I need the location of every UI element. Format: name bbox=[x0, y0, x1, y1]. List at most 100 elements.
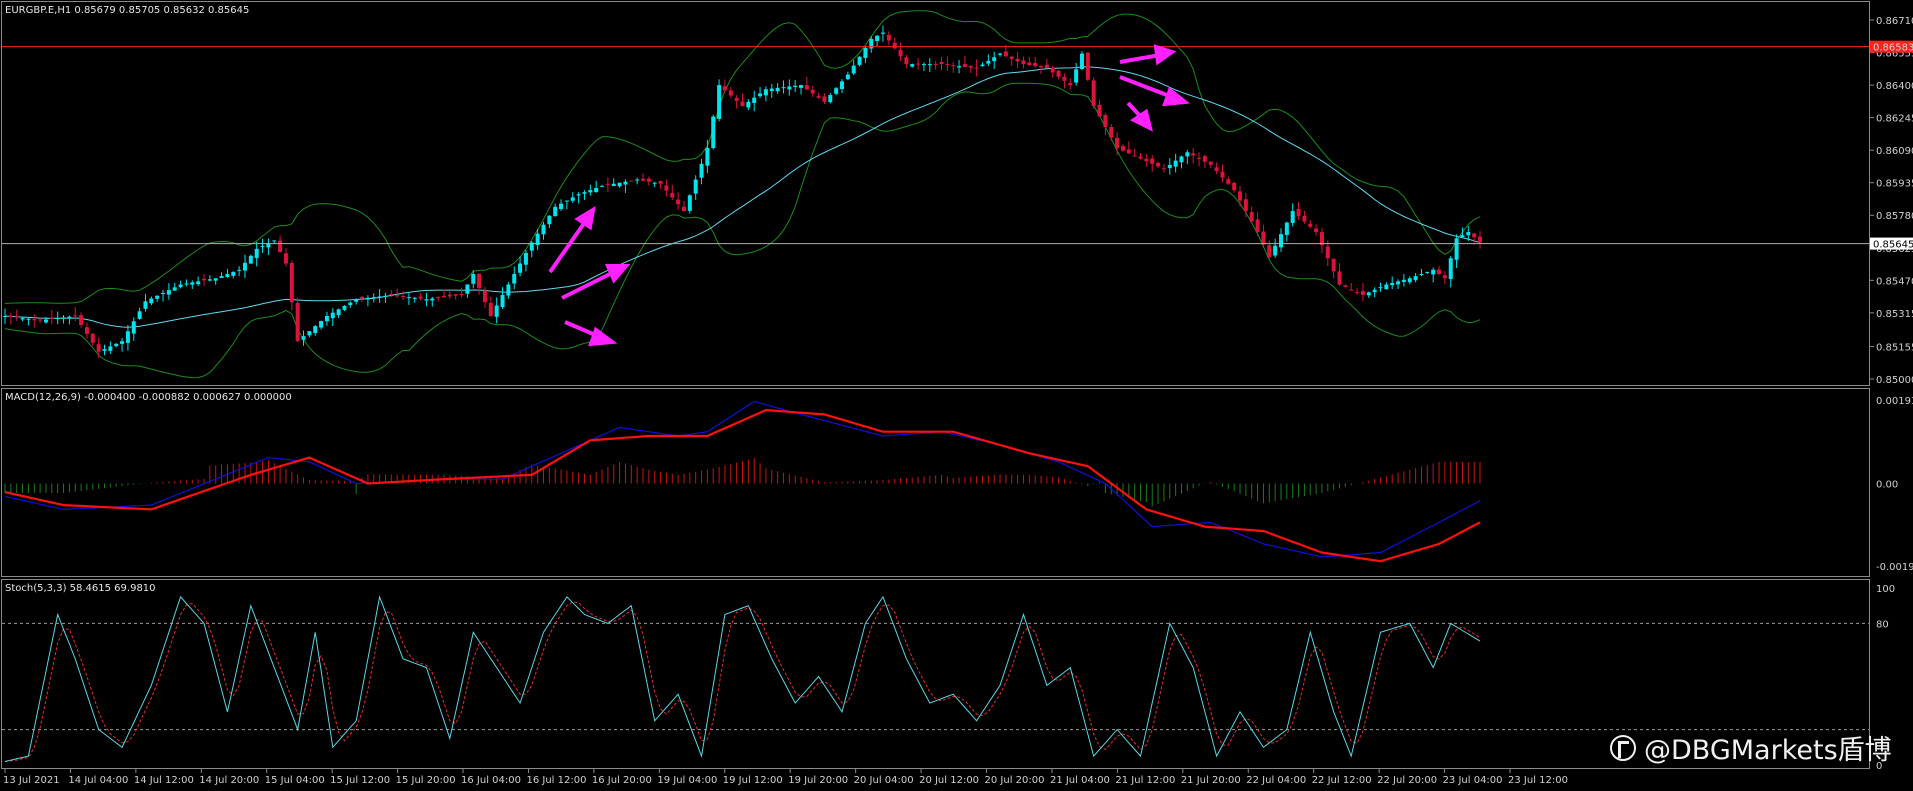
candle-body bbox=[459, 293, 464, 296]
candle-body bbox=[1021, 60, 1026, 65]
candle-body bbox=[951, 65, 956, 67]
price-tick-label: 0.85780 bbox=[1876, 211, 1913, 222]
candle-body bbox=[84, 327, 89, 334]
candle-body bbox=[1290, 211, 1295, 224]
candle-body bbox=[120, 341, 125, 344]
time-tick-label: 19 Jul 04:00 bbox=[657, 775, 717, 786]
candle-body bbox=[1355, 292, 1360, 294]
candle-body bbox=[681, 206, 686, 212]
stoch-header: Stoch(5,3,3) 58.4615 69.9810 bbox=[5, 583, 156, 594]
candle-body bbox=[26, 318, 31, 320]
candle-body bbox=[1097, 104, 1102, 117]
candle-body bbox=[1419, 274, 1424, 276]
candle-body bbox=[1296, 208, 1301, 217]
candle-body bbox=[998, 53, 1003, 55]
price-tick-label: 0.86090 bbox=[1876, 146, 1913, 157]
candle-body bbox=[851, 65, 856, 74]
candle-body bbox=[324, 316, 329, 322]
candle-body bbox=[793, 85, 798, 87]
macd-header: MACD(12,26,9) -0.000400 -0.000882 0.0006… bbox=[5, 392, 292, 403]
candle-body bbox=[605, 183, 610, 185]
candle-body bbox=[799, 85, 804, 88]
candle-body bbox=[166, 290, 171, 295]
time-tick-label: 16 Jul 04:00 bbox=[461, 775, 521, 786]
candle-body bbox=[301, 336, 306, 340]
candle-body bbox=[1308, 223, 1313, 227]
candle-body bbox=[769, 88, 774, 92]
candle-body bbox=[553, 206, 558, 217]
candle-body bbox=[1115, 137, 1120, 149]
candle-body bbox=[705, 148, 710, 166]
time-tick-label: 22 Jul 04:00 bbox=[1246, 775, 1306, 786]
candle-body bbox=[1150, 158, 1155, 164]
candle-body bbox=[664, 185, 669, 191]
candle-body bbox=[734, 97, 739, 101]
candle-body bbox=[401, 296, 406, 298]
candle-body bbox=[728, 90, 733, 96]
candle-body bbox=[1243, 199, 1248, 212]
candle-body bbox=[1079, 53, 1084, 70]
candle-body bbox=[453, 294, 458, 296]
candle-body bbox=[1173, 160, 1178, 167]
candle-body bbox=[1431, 269, 1436, 275]
candle-body bbox=[477, 273, 482, 289]
candle-body bbox=[1197, 157, 1202, 159]
trading-chart[interactable]: 0.867100.865550.864000.862450.860900.859… bbox=[0, 0, 1913, 791]
candle-body bbox=[1448, 258, 1453, 280]
candle-body bbox=[254, 248, 259, 259]
alert-price-label: 0.86583 bbox=[1873, 43, 1913, 54]
candle-body bbox=[1039, 65, 1044, 68]
candle-body bbox=[20, 318, 25, 320]
stoch-tick-label: 100 bbox=[1876, 584, 1895, 595]
candle-body bbox=[886, 34, 891, 41]
candle-body bbox=[1074, 69, 1079, 83]
macd-tick-label: -0.001908 bbox=[1876, 562, 1913, 573]
candle-body bbox=[781, 87, 786, 89]
candle-body bbox=[143, 301, 148, 309]
candle-body bbox=[348, 302, 353, 305]
candle-body bbox=[746, 101, 751, 108]
price-tick-label: 0.86710 bbox=[1876, 16, 1913, 27]
candle-body bbox=[336, 309, 341, 316]
candle-body bbox=[1050, 67, 1055, 73]
candle-body bbox=[412, 297, 417, 299]
candle-body bbox=[1214, 167, 1219, 172]
time-tick-label: 22 Jul 12:00 bbox=[1312, 775, 1372, 786]
candle-body bbox=[1396, 281, 1401, 285]
candle-body bbox=[863, 47, 868, 58]
time-tick-label: 15 Jul 04:00 bbox=[265, 775, 325, 786]
candle-body bbox=[289, 262, 294, 303]
candle-body bbox=[219, 276, 224, 278]
time-tick-label: 14 Jul 04:00 bbox=[68, 775, 128, 786]
candle-body bbox=[14, 316, 19, 318]
candle-body bbox=[283, 253, 288, 264]
price-tick-label: 0.85315 bbox=[1876, 309, 1913, 320]
candle-body bbox=[196, 281, 201, 285]
candle-body bbox=[1401, 279, 1406, 282]
price-tick-label: 0.85000 bbox=[1876, 375, 1913, 386]
candle-body bbox=[1232, 182, 1237, 191]
candle-body bbox=[564, 200, 569, 202]
candle-body bbox=[319, 321, 324, 328]
candle-body bbox=[1091, 80, 1096, 107]
candle-body bbox=[342, 305, 347, 310]
price-tick-label: 0.86245 bbox=[1876, 114, 1913, 125]
candle-body bbox=[1343, 285, 1348, 288]
candle-body bbox=[313, 326, 318, 334]
time-tick-label: 21 Jul 12:00 bbox=[1115, 775, 1175, 786]
candle-body bbox=[79, 315, 84, 325]
candle-body bbox=[1261, 231, 1266, 245]
candle-body bbox=[149, 298, 154, 304]
candle-body bbox=[1144, 158, 1149, 162]
candle-body bbox=[699, 163, 704, 178]
candle-body bbox=[939, 61, 944, 65]
candle-body bbox=[617, 182, 622, 187]
macd-tick-label: 0.00 bbox=[1876, 480, 1898, 491]
candle-body bbox=[1103, 115, 1108, 128]
time-tick-label: 14 Jul 20:00 bbox=[199, 775, 259, 786]
candle-body bbox=[1472, 233, 1477, 238]
candle-body bbox=[207, 279, 212, 281]
candle-body bbox=[629, 180, 634, 182]
candle-body bbox=[722, 86, 727, 91]
candle-body bbox=[441, 295, 446, 298]
